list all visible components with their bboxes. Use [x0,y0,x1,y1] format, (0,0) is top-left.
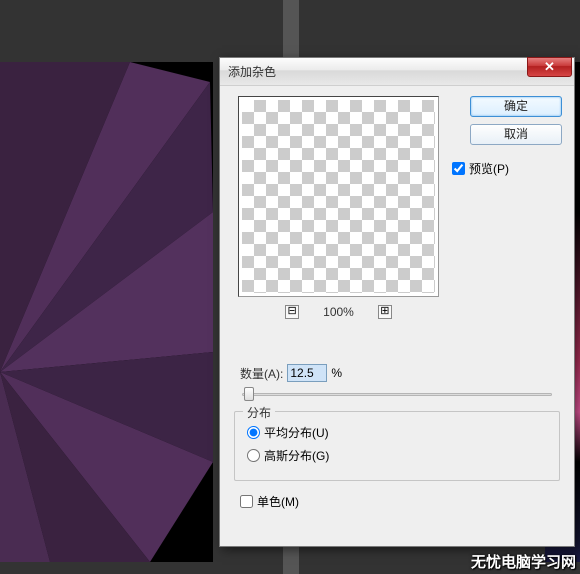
add-noise-dialog: 添加杂色 ✕ ⊟ 100% ⊞ 确定 [219,57,575,547]
workspace: 添加杂色 ✕ ⊟ 100% ⊞ 确定 [0,0,580,574]
zoom-controls: ⊟ 100% ⊞ [238,302,439,322]
distribution-radiogroup: 平均分布(U) 高斯分布(G) [235,412,559,470]
amount-slider[interactable] [236,386,558,404]
slider-thumb[interactable] [244,387,254,401]
monochrome-checkbox[interactable] [240,495,253,508]
ok-label: 确定 [504,99,528,113]
preview-checkbox[interactable] [452,162,465,175]
minus-icon: ⊟ [288,305,297,317]
document-canvas-left [0,62,213,562]
zoom-out-button[interactable]: ⊟ [285,305,299,319]
close-icon: ✕ [544,59,555,74]
dialog-titlebar[interactable]: 添加杂色 ✕ [220,58,574,86]
plus-icon: ⊞ [380,305,389,317]
amount-label: 数量(A): [240,365,283,382]
dialog-body: ⊟ 100% ⊞ 确定 取消 预览(P) 数量(A): [220,86,574,546]
zoom-level-label: 100% [323,305,354,319]
uniform-radio[interactable] [247,426,260,439]
monochrome-row: 单色(M) [240,493,299,510]
monochrome-label: 单色(M) [257,493,299,510]
transparency-checker [242,100,435,293]
preview-frame[interactable] [238,96,439,297]
amount-input[interactable] [287,364,327,382]
gaussian-label: 高斯分布(G) [264,447,329,464]
artwork-rays [0,62,213,562]
cancel-button[interactable]: 取消 [470,124,562,145]
dialog-buttons: 确定 取消 [470,96,562,145]
amount-row: 数量(A): % [240,364,342,382]
preview-checkbox-row: 预览(P) [452,160,562,177]
zoom-in-button[interactable]: ⊞ [378,305,392,319]
watermark-text: 无忧电脑学习网 [471,551,576,572]
preview-checkbox-label: 预览(P) [469,160,509,177]
close-button[interactable]: ✕ [527,57,572,77]
uniform-label: 平均分布(U) [264,424,329,441]
ok-button[interactable]: 确定 [470,96,562,117]
gaussian-radio[interactable] [247,449,260,462]
gaussian-row: 高斯分布(G) [247,447,547,464]
distribution-legend: 分布 [243,404,275,421]
slider-track [242,393,552,396]
dialog-title: 添加杂色 [228,63,276,80]
cancel-label: 取消 [504,127,528,141]
distribution-groupbox: 分布 平均分布(U) 高斯分布(G) [234,411,560,481]
amount-unit: % [331,366,342,380]
uniform-row: 平均分布(U) [247,424,547,441]
